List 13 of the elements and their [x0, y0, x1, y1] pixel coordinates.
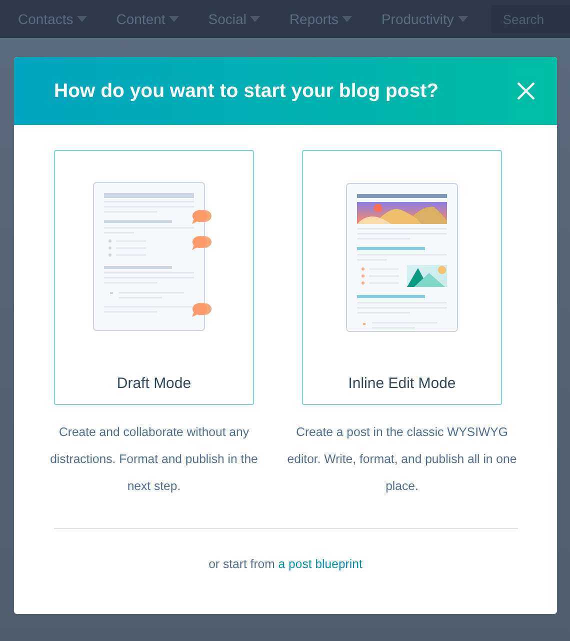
mode-option-card[interactable]: Draft Mode	[54, 150, 254, 405]
blueprint-link[interactable]: a post blueprint	[278, 557, 362, 571]
caret-icon	[169, 16, 180, 22]
option-description: Create and collaborate without any distractions. Format and publish in the next step.	[49, 424, 259, 495]
caret-icon	[458, 16, 468, 22]
footer-text: or start from	[208, 557, 275, 571]
caret-icon	[342, 16, 352, 22]
caret-icon	[250, 16, 260, 22]
modal-title: How do you want to start your blog post?	[54, 80, 439, 102]
close-icon[interactable]	[517, 82, 535, 100]
mode-option-card[interactable]: Inline Edit Mode	[302, 150, 502, 405]
option-description: Create a post in the classic WYSIWYG editor. Write, format, and publish all in one place.	[286, 424, 518, 495]
caret-icon	[77, 16, 88, 22]
